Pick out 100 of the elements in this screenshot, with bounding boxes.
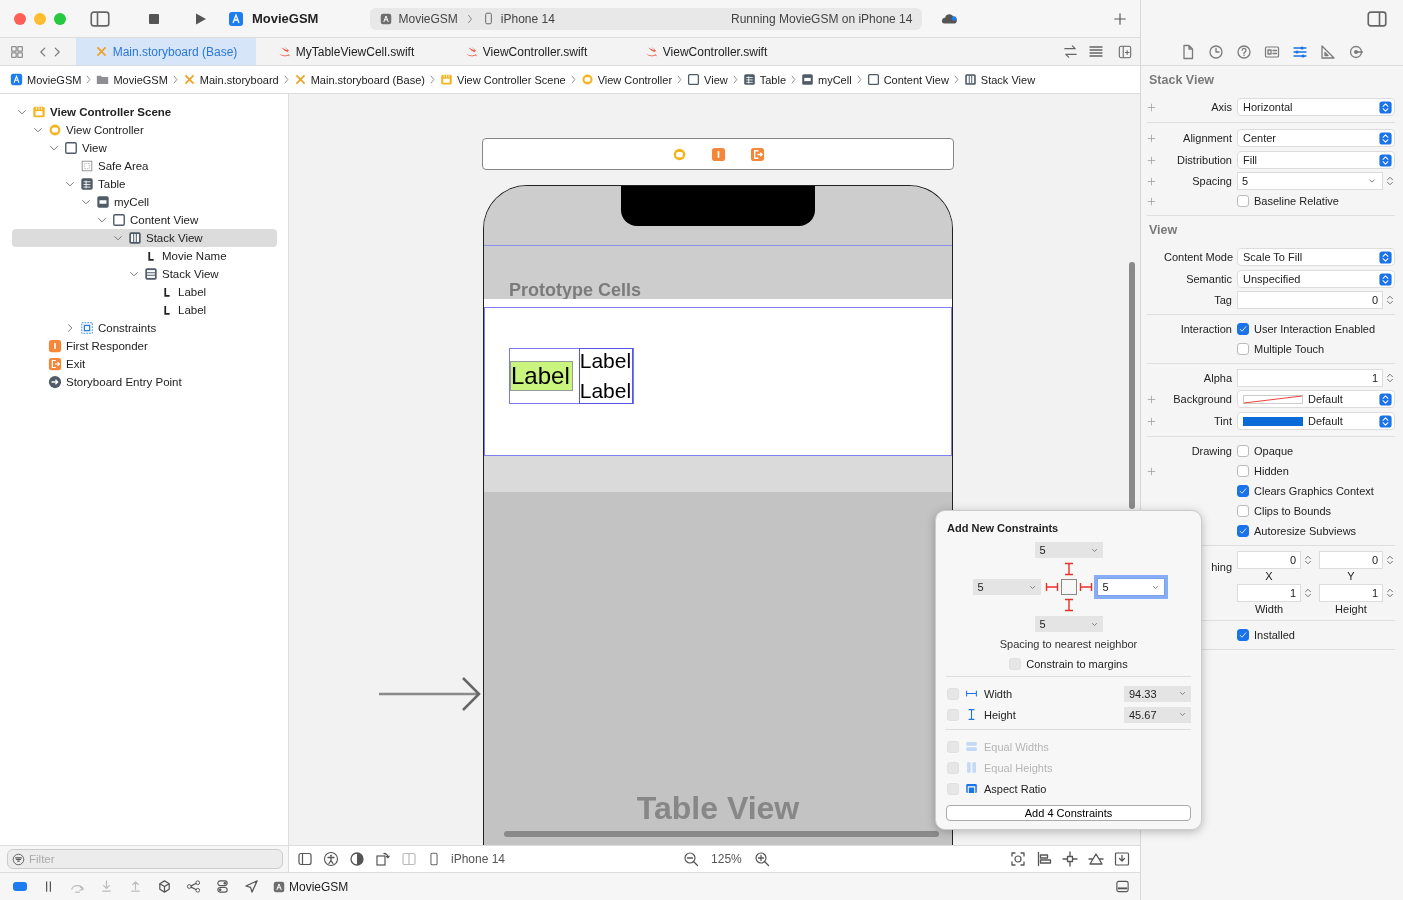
constant-field[interactable]: 94.33	[1124, 685, 1191, 702]
spacing-field[interactable]: 5	[972, 579, 1041, 595]
tree-item[interactable]: Stack View	[12, 265, 277, 283]
step-out-icon[interactable]	[128, 879, 143, 894]
tree-item[interactable]: Content View	[12, 211, 277, 229]
editor-tab[interactable]: ViewController.swift	[616, 38, 796, 65]
accessibility-icon[interactable]	[323, 851, 339, 867]
add-constraints-icon[interactable]	[1062, 851, 1078, 867]
breadcrumb-item[interactable]: Main.storyboard (Base)	[293, 73, 425, 86]
tree-item[interactable]: myCell	[12, 193, 277, 211]
combo-box[interactable]: 5	[1237, 172, 1383, 190]
console-icon[interactable]	[1115, 879, 1130, 894]
run-destination[interactable]: iPhone 14	[500, 11, 555, 26]
toggles-icon[interactable]	[215, 879, 230, 894]
align-icon[interactable]	[1036, 851, 1052, 867]
tree-item[interactable]: Table	[12, 175, 277, 193]
spacing-strut[interactable]	[1079, 582, 1092, 592]
swap-arrows-icon[interactable]	[1063, 44, 1078, 59]
color-popup[interactable]: Default	[1237, 390, 1395, 408]
zoom-button[interactable]	[54, 12, 66, 25]
popup-button[interactable]: Scale To Fill	[1237, 248, 1395, 266]
graph-icon[interactable]	[186, 879, 201, 894]
number-field[interactable]: 1	[1237, 584, 1301, 602]
breadcrumb-item[interactable]: View	[687, 73, 728, 86]
tree-item[interactable]: Storyboard Entry Point	[12, 373, 277, 391]
number-field[interactable]: 0	[1237, 291, 1383, 309]
update-frames-icon[interactable]	[1010, 851, 1026, 867]
number-field[interactable]: 0	[1237, 551, 1301, 569]
file-icon[interactable]	[1180, 43, 1196, 60]
resolve-issues-icon[interactable]	[1088, 851, 1104, 867]
contrast-icon[interactable]	[349, 851, 365, 867]
close-button[interactable]	[14, 12, 26, 25]
add-constraints-button[interactable]: Add 4 Constraints	[946, 805, 1191, 821]
layers-icon[interactable]	[157, 879, 172, 894]
spacing-strut[interactable]	[1063, 598, 1074, 612]
clock-icon[interactable]	[1208, 43, 1224, 60]
cell-label[interactable]: Label	[579, 349, 633, 373]
scrollbar[interactable]	[504, 831, 939, 837]
entry-point-arrow[interactable]	[379, 677, 481, 711]
step-in-icon[interactable]	[99, 879, 114, 894]
breadcrumb-item[interactable]: Stack View	[963, 73, 1036, 86]
plus-icon[interactable]	[1147, 133, 1156, 143]
tree-item[interactable]: First Responder	[12, 337, 277, 355]
tree-item[interactable]: Movie Name	[12, 247, 277, 265]
location-arrow-icon[interactable]	[244, 879, 259, 894]
grid-icon[interactable]	[10, 44, 24, 59]
add-icon[interactable]	[1113, 11, 1127, 26]
checkbox[interactable]	[1237, 525, 1249, 537]
tree-item[interactable]: Label	[12, 301, 277, 319]
card-icon[interactable]	[1264, 43, 1280, 60]
app-icon[interactable]	[380, 12, 393, 25]
popup-button[interactable]: Unspecified	[1237, 270, 1395, 288]
plus-icon[interactable]	[1147, 196, 1156, 206]
popup-button[interactable]: Fill	[1237, 151, 1395, 169]
editor-tab[interactable]: Main.storyboard (Base)	[76, 38, 256, 65]
tree-item[interactable]: Exit	[12, 355, 277, 373]
spacing-strut[interactable]	[1045, 582, 1058, 592]
breadcrumb-item[interactable]: MovieGSM	[96, 73, 168, 86]
tree-item[interactable]: Label	[12, 283, 277, 301]
color-popup[interactable]: Default	[1237, 412, 1395, 430]
tree-item[interactable]: Constraints	[12, 319, 277, 337]
plus-icon[interactable]	[1147, 416, 1156, 426]
movie-name-label[interactable]: Label	[510, 361, 573, 391]
breadcrumb-item[interactable]: myCell	[801, 73, 852, 86]
zoom-in-icon[interactable]	[753, 851, 770, 867]
plus-icon[interactable]	[1147, 155, 1156, 165]
popup-button[interactable]: Center	[1237, 129, 1395, 147]
plus-icon[interactable]	[1147, 466, 1156, 476]
responder-icon[interactable]	[710, 146, 726, 162]
cell-label[interactable]: Label	[579, 379, 633, 403]
plus-icon[interactable]	[1147, 176, 1156, 186]
sidebar-icon[interactable]	[1367, 9, 1387, 29]
device-name[interactable]: iPhone 14	[451, 852, 506, 866]
tree-item[interactable]: Safe Area	[12, 157, 277, 175]
checkbox[interactable]	[1237, 445, 1249, 457]
checkbox[interactable]	[1237, 465, 1249, 477]
lines-icon[interactable]	[1088, 43, 1104, 60]
plus-icon[interactable]	[1147, 102, 1156, 112]
rotate-icon[interactable]	[375, 851, 391, 867]
connections-icon[interactable]	[1348, 43, 1364, 60]
sidebar-icon[interactable]	[90, 8, 110, 29]
editor-tab[interactable]: MyTableViewCell.swift	[256, 38, 436, 65]
breadcrumb-item[interactable]: View Controller Scene	[440, 73, 566, 86]
checkbox[interactable]	[1237, 343, 1249, 355]
embed-icon[interactable]	[1114, 851, 1130, 867]
target-name[interactable]: MovieGSM	[289, 879, 349, 894]
breadcrumb-item[interactable]: View Controller	[580, 73, 673, 86]
number-field[interactable]: 1	[1319, 584, 1383, 602]
tree-item[interactable]: Stack View	[12, 229, 277, 247]
spacing-field[interactable]: 5	[1034, 616, 1103, 632]
exit-icon[interactable]	[749, 146, 765, 162]
help-icon[interactable]	[1236, 43, 1252, 60]
ruler-icon[interactable]	[1320, 43, 1336, 60]
checkbox[interactable]	[1237, 323, 1249, 335]
checkbox[interactable]	[1237, 195, 1249, 207]
checkbox[interactable]	[1237, 505, 1249, 517]
popup-button[interactable]: Horizontal	[1237, 98, 1395, 116]
constant-field[interactable]: 45.67	[1124, 706, 1191, 723]
add-editor-icon[interactable]	[1118, 44, 1132, 59]
breadcrumb-item[interactable]: Main.storyboard	[182, 73, 279, 86]
